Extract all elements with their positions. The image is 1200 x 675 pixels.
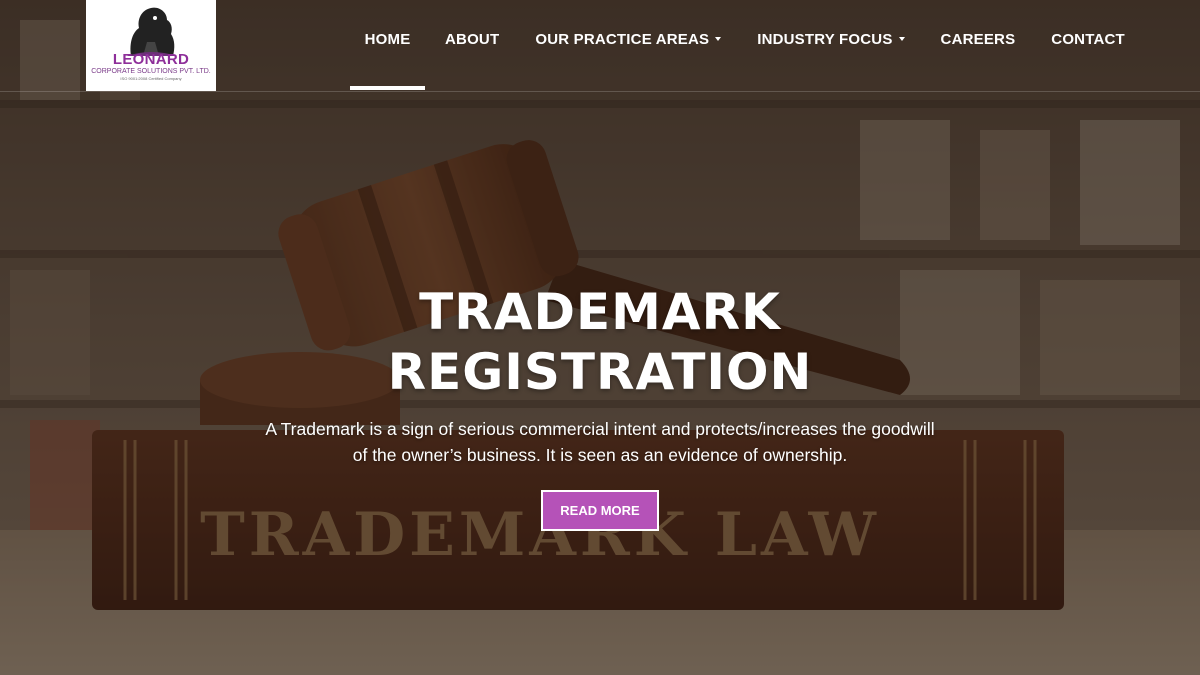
nav-item-home[interactable]: HOME [350, 0, 425, 92]
hero-description-line-2: of the owner’s business. It is seen as a… [352, 445, 848, 465]
lion-icon [127, 7, 177, 57]
nav-practice-areas-label: OUR PRACTICE AREAS [535, 31, 710, 48]
hero-title-line-2: REGISTRATION [387, 343, 813, 401]
logo-certification: ISO 9001:2008 Certified Company [120, 76, 182, 81]
caret-down-icon [898, 37, 905, 42]
nav-about-label: ABOUT [445, 31, 500, 48]
hero-slide: TRADEMARK REGISTRATION A Trademark is a … [0, 282, 1200, 531]
caret-down-icon [715, 37, 722, 42]
main-navigation: HOME ABOUT OUR PRACTICE AREAS INDUSTRY F… [350, 0, 1125, 92]
hero-description: A Trademark is a sign of serious commerc… [230, 416, 970, 468]
logo-subtitle: CORPORATE SOLUTIONS PVT. LTD. [91, 68, 211, 75]
nav-home-label: HOME [364, 31, 411, 48]
nav-careers-label: CAREERS [940, 31, 1016, 48]
company-logo[interactable]: LEONARD CORPORATE SOLUTIONS PVT. LTD. IS… [86, 0, 216, 91]
logo-name: LEONARD [112, 51, 190, 68]
nav-item-careers[interactable]: CAREERS [941, 0, 1016, 92]
nav-item-contact[interactable]: CONTACT [1051, 0, 1125, 92]
nav-industry-focus-label: INDUSTRY FOCUS [757, 31, 893, 48]
hero-title: TRADEMARK REGISTRATION [0, 282, 1200, 402]
read-more-button[interactable]: READ MORE [541, 490, 659, 531]
hero-title-line-1: TRADEMARK [419, 283, 781, 341]
nav-item-industry-focus[interactable]: INDUSTRY FOCUS [757, 0, 905, 92]
hero-description-line-1: A Trademark is a sign of serious commerc… [265, 419, 935, 439]
nav-item-practice-areas[interactable]: OUR PRACTICE AREAS [535, 0, 722, 92]
nav-active-indicator [350, 86, 425, 90]
nav-item-about[interactable]: ABOUT [445, 0, 499, 92]
nav-contact-label: CONTACT [1051, 31, 1125, 48]
site-header: LEONARD CORPORATE SOLUTIONS PVT. LTD. IS… [0, 0, 1200, 92]
